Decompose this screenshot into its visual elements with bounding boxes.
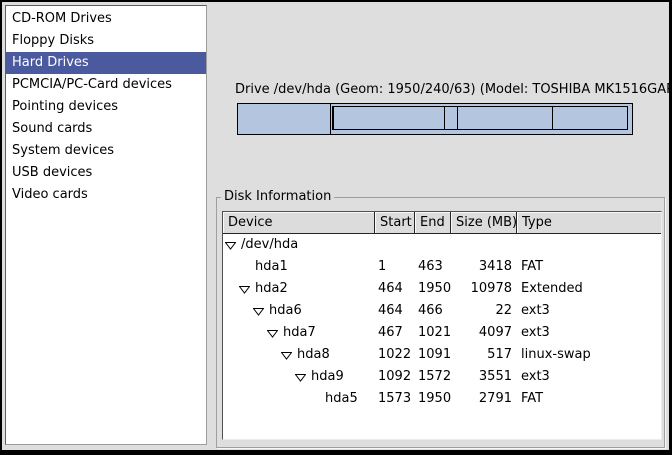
sidebar-item-pcmcia-pc-card-devices[interactable]: PCMCIA/PC-Card devices [6, 74, 206, 96]
column-header-end[interactable]: End [415, 212, 451, 234]
type-cell: ext3 [517, 300, 661, 322]
column-header-device[interactable]: Device [223, 212, 375, 234]
sidebar-item-usb-devices[interactable]: USB devices [6, 162, 206, 184]
start-cell: 464 [375, 278, 415, 300]
device-label: hda8 [297, 344, 330, 366]
column-header-type[interactable]: Type [517, 212, 661, 234]
end-cell: 1021 [415, 322, 451, 344]
device-cell: hda6 [223, 300, 375, 322]
start-cell: 1573 [375, 388, 415, 410]
table-row-hda6[interactable]: hda6 46446622ext3 [223, 300, 661, 322]
sidebar-item-sound-cards[interactable]: Sound cards [6, 118, 206, 140]
sidebar-item-video-cards[interactable]: Video cards [6, 184, 206, 206]
start-cell: 1092 [375, 366, 415, 388]
partition-segment-hda1 [237, 103, 331, 135]
table-body: /dev/hdahda114633418FAThda2464195010978E… [223, 234, 661, 410]
device-label: hda7 [283, 322, 316, 344]
device-label: hda9 [311, 366, 344, 388]
type-cell: linux-swap [517, 344, 661, 366]
start-cell: 464 [375, 300, 415, 322]
drive-geometry-label: Drive /dev/hda (Geom: 1950/240/63) (Mode… [235, 82, 636, 97]
sidebar-item-pointing-devices[interactable]: Pointing devices [6, 96, 206, 118]
end-cell: 466 [415, 300, 451, 322]
partition-segment-hda5 [552, 106, 628, 130]
device-cell: hda2 [223, 278, 375, 300]
expander-open-icon[interactable] [267, 329, 278, 338]
size-cell: 2791 [451, 388, 517, 410]
size-cell: 4097 [451, 322, 517, 344]
expander-open-icon[interactable] [281, 351, 292, 360]
column-header-start[interactable]: Start [375, 212, 415, 234]
size-cell: 10978 [451, 278, 517, 300]
end-cell [415, 234, 451, 256]
start-cell [375, 234, 415, 256]
disk-information-frame: Disk Information DeviceStartEndSize (MB)… [216, 197, 665, 448]
table-row-hda1[interactable]: hda1 14633418FAT [223, 256, 661, 278]
device-cell: hda1 [223, 256, 375, 278]
device-cell: hda7 [223, 322, 375, 344]
table-header-row: DeviceStartEndSize (MB)Type [223, 212, 661, 234]
sidebar-item-system-devices[interactable]: System devices [6, 140, 206, 162]
start-cell: 467 [375, 322, 415, 344]
hardware-browser-window: CD-ROM DrivesFloppy DisksHard DrivesPCMC… [0, 0, 672, 455]
partition-bar [237, 103, 634, 135]
sidebar-item-floppy-disks[interactable]: Floppy Disks [6, 30, 206, 52]
end-cell: 1572 [415, 366, 451, 388]
size-cell: 517 [451, 344, 517, 366]
expander-open-icon[interactable] [295, 373, 306, 382]
type-cell: FAT [517, 388, 661, 410]
table-row-hda7[interactable]: hda7 46710214097ext3 [223, 322, 661, 344]
device-label: /dev/hda [241, 234, 298, 256]
table-row-hda5[interactable]: hda5 157319502791FAT [223, 388, 661, 410]
size-cell: 3418 [451, 256, 517, 278]
expander-open-icon[interactable] [253, 307, 264, 316]
table-row-hda2[interactable]: hda2 464195010978Extended [223, 278, 661, 300]
device-cell: hda9 [223, 366, 375, 388]
table-row-hda8[interactable]: hda8 10221091517linux-swap [223, 344, 661, 366]
table-row-hda9[interactable]: hda9 109215723551ext3 [223, 366, 661, 388]
column-header-size-mb[interactable]: Size (MB) [451, 212, 517, 234]
expander-open-icon[interactable] [225, 241, 236, 250]
device-label: hda2 [255, 278, 288, 300]
device-label: hda6 [269, 300, 302, 322]
sidebar-item-cd-rom-drives[interactable]: CD-ROM Drives [6, 8, 206, 30]
disk-information-frame-label: Disk Information [221, 189, 334, 205]
start-cell: 1 [375, 256, 415, 278]
partition-segment-hda9 [457, 106, 554, 130]
device-cell: hda8 [223, 344, 375, 366]
table-row-dev-hda[interactable]: /dev/hda [223, 234, 661, 256]
partition-segment-hda8 [444, 106, 458, 130]
expander-open-icon[interactable] [239, 285, 250, 294]
partition-segment-hda2 [330, 103, 633, 135]
size-cell [451, 234, 517, 256]
device-cell: /dev/hda [223, 234, 375, 256]
type-cell: ext3 [517, 322, 661, 344]
partition-segment-hda7 [333, 106, 444, 130]
end-cell: 1950 [415, 388, 451, 410]
type-cell: Extended [517, 278, 661, 300]
size-cell: 22 [451, 300, 517, 322]
device-cell: hda5 [223, 388, 375, 410]
type-cell: FAT [517, 256, 661, 278]
disk-information-table: DeviceStartEndSize (MB)Type /dev/hdahda1… [222, 211, 662, 440]
device-label: hda5 [325, 388, 358, 410]
device-category-list[interactable]: CD-ROM DrivesFloppy DisksHard DrivesPCMC… [5, 5, 207, 445]
size-cell: 3551 [451, 366, 517, 388]
device-label: hda1 [255, 256, 288, 278]
start-cell: 1022 [375, 344, 415, 366]
end-cell: 1091 [415, 344, 451, 366]
sidebar-item-hard-drives[interactable]: Hard Drives [6, 52, 206, 74]
type-cell: ext3 [517, 366, 661, 388]
end-cell: 1950 [415, 278, 451, 300]
end-cell: 463 [415, 256, 451, 278]
type-cell [517, 234, 661, 256]
